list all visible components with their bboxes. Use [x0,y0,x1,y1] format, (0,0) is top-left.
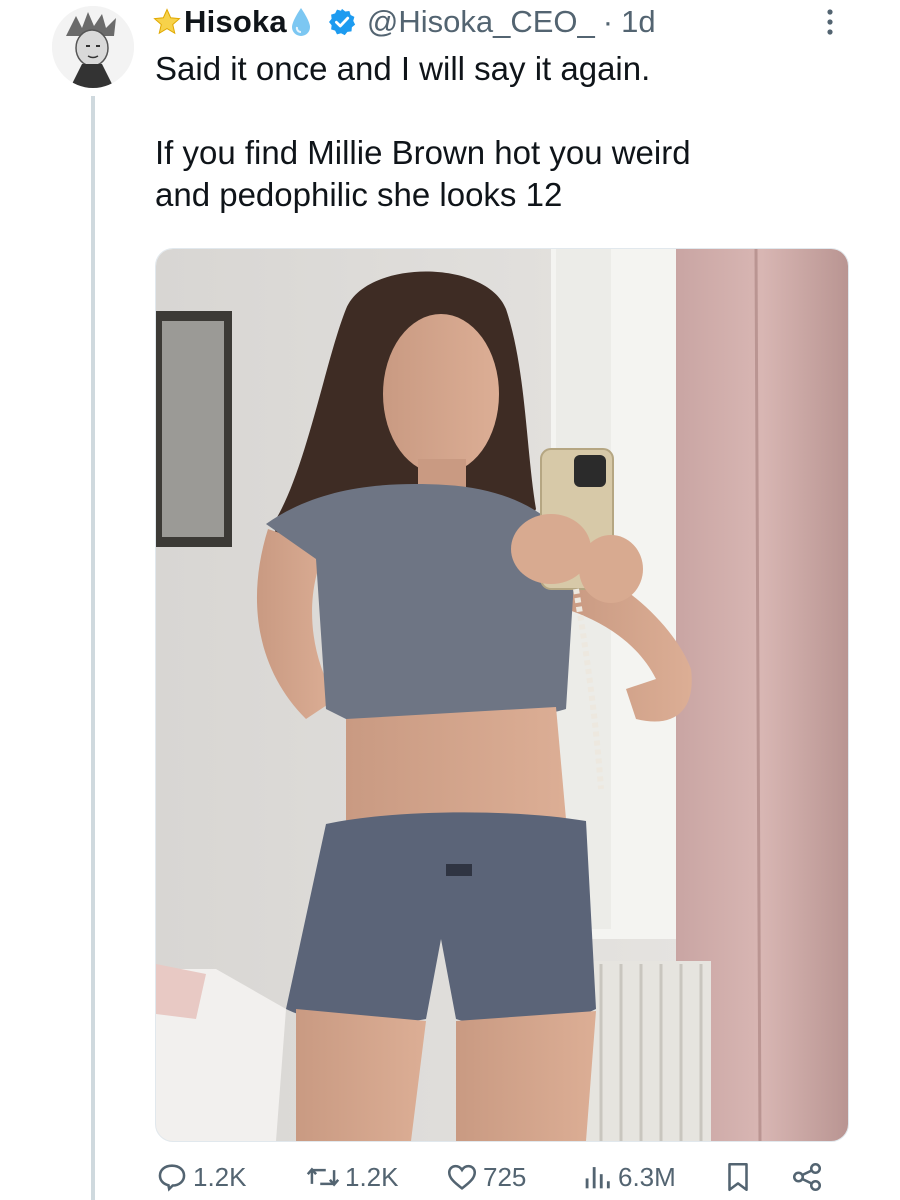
mirror-selfie-photo [156,249,848,1141]
verified-badge-icon [327,7,357,37]
avatar-illustration [52,6,134,88]
like-count: 725 [483,1161,527,1192]
bookmark-button[interactable] [723,1160,757,1194]
star-icon [152,7,182,37]
share-icon [792,1162,822,1192]
separator-dot: · [602,4,614,39]
repost-count: 1.2K [345,1161,399,1192]
timestamp[interactable]: 1d [621,4,655,40]
tweet-header: Hisoka @Hisoka_CEO_ · 1d [152,2,656,42]
views-button[interactable]: 6.3M [580,1160,676,1194]
repost-icon [306,1167,340,1187]
reply-icon [158,1164,186,1192]
like-button[interactable]: 725 [445,1160,526,1194]
share-button[interactable] [790,1160,828,1194]
tweet-text: Said it once and I will say it again. If… [155,50,691,213]
tweet-actions: 1.2K 1.2K 725 6.3M [155,1152,845,1200]
views-icon [585,1167,610,1189]
user-handle[interactable]: @Hisoka_CEO_ [367,4,595,40]
more-options-icon[interactable] [812,4,848,40]
thread-line [91,96,95,1200]
repost-button[interactable]: 1.2K [305,1160,399,1194]
reply-count: 1.2K [193,1161,247,1192]
reply-button[interactable]: 1.2K [155,1160,247,1194]
bookmark-icon [728,1162,748,1192]
tweet-photo[interactable] [155,248,849,1142]
display-name[interactable]: Hisoka [184,4,287,40]
views-count: 6.3M [618,1161,676,1192]
avatar[interactable] [52,6,134,88]
droplet-icon [289,6,313,38]
heart-icon [447,1164,477,1190]
